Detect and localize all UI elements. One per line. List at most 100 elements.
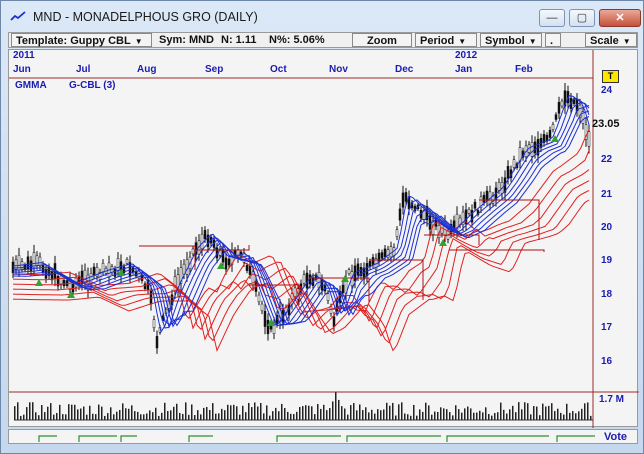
volume-bar: [377, 409, 379, 420]
candle-body: [11, 261, 15, 273]
volume-bar: [92, 413, 94, 420]
month-label: Feb: [515, 64, 533, 75]
candle-body: [473, 201, 477, 209]
volume-bar: [35, 412, 37, 420]
candle-body: [395, 229, 399, 237]
volume-bar: [281, 403, 283, 420]
volume-bar: [98, 404, 100, 420]
volume-bar: [575, 413, 577, 420]
volume-bar: [416, 415, 418, 420]
volume-bar: [191, 404, 193, 420]
volume-bar: [206, 407, 208, 420]
scale-dropdown[interactable]: Scale ▼: [585, 33, 637, 47]
template-dropdown[interactable]: Template: Guppy CBL ▼: [11, 33, 152, 47]
volume-bar: [338, 399, 340, 420]
vote-signal-marker: [276, 435, 341, 442]
candle-body: [263, 310, 267, 327]
vote-signal-marker: [188, 435, 213, 442]
month-label: Oct: [270, 64, 287, 75]
candle-body: [260, 303, 264, 312]
candle-body: [380, 252, 384, 259]
volume-bar: [398, 404, 400, 420]
candle-body: [371, 257, 375, 265]
gcbl-indicator-label[interactable]: G-CBL (3): [69, 80, 115, 91]
volume-bar: [458, 409, 460, 420]
price-chart[interactable]: 2011 2012 Jun Jul Aug Sep Oct Nov Dec Ja…: [8, 49, 639, 428]
volume-bar: [56, 413, 58, 420]
volume-bar: [29, 402, 31, 420]
more-button[interactable]: .: [545, 33, 561, 47]
candle-body: [224, 257, 228, 270]
price-tick: 21: [601, 189, 613, 200]
month-label: Nov: [329, 64, 348, 75]
chevron-down-icon: ▼: [622, 37, 631, 46]
close-button[interactable]: ✕: [599, 9, 641, 27]
volume-bar: [65, 414, 67, 420]
volume-bar: [488, 414, 490, 420]
n-percent-readout: N%: 5.06%: [269, 34, 325, 46]
candle-body: [203, 230, 207, 239]
chart-toolbar: Template: Guppy CBL ▼ Sym: MND N: 1.11 N%…: [8, 32, 638, 48]
candle-body: [317, 272, 321, 289]
candle-body: [125, 259, 129, 264]
vote-label[interactable]: Vote: [604, 431, 627, 443]
candle-body: [512, 159, 516, 168]
candle-body: [356, 263, 360, 276]
volume-bar: [245, 412, 247, 420]
title-bar[interactable]: MND - MONADELPHOUS GRO (DAILY) — ▢ ✕: [1, 1, 643, 31]
tracker-badge[interactable]: T: [602, 70, 619, 83]
period-dropdown[interactable]: Period ▼: [415, 33, 477, 47]
volume-bar: [218, 413, 220, 420]
volume-bar: [104, 415, 106, 420]
maximize-button[interactable]: ▢: [569, 9, 595, 27]
volume-bar: [68, 404, 70, 420]
vote-signal-marker: [346, 435, 441, 442]
price-chart-canvas[interactable]: [9, 50, 639, 428]
volume-bar: [110, 407, 112, 420]
volume-scale-label: 1.7 M: [599, 394, 625, 405]
price-tick: 22: [601, 154, 613, 165]
volume-bar: [167, 411, 169, 420]
vote-bar[interactable]: Vote: [8, 429, 638, 444]
volume-bar: [533, 406, 535, 420]
volume-bar: [503, 409, 505, 420]
volume-bar: [563, 414, 565, 420]
volume-bar: [572, 411, 574, 420]
volume-bar: [47, 406, 49, 420]
volume-bar: [194, 415, 196, 420]
candle-body: [365, 263, 369, 277]
chevron-down-icon: ▼: [528, 37, 537, 46]
volume-bar: [401, 402, 403, 420]
volume-bar: [32, 402, 34, 420]
volume-bar: [539, 415, 541, 420]
candle-body: [116, 258, 120, 272]
volume-bar: [383, 409, 385, 420]
volume-bar: [140, 414, 142, 420]
volume-bar: [350, 405, 352, 420]
volume-bar: [413, 404, 415, 420]
zoom-button[interactable]: Zoom: [352, 33, 412, 47]
month-label: Dec: [395, 64, 414, 75]
candle-body: [302, 274, 306, 284]
volume-bar: [269, 415, 271, 420]
volume-bar: [80, 408, 82, 420]
candle-body: [200, 233, 204, 249]
volume-bar: [482, 412, 484, 420]
volume-bar: [419, 409, 421, 420]
month-label: Jan: [455, 64, 473, 75]
candle-body: [245, 265, 249, 271]
volume-bar: [407, 414, 409, 420]
symbol-dropdown[interactable]: Symbol ▼: [480, 33, 542, 47]
volume-bar: [365, 407, 367, 420]
volume-bar: [308, 405, 310, 420]
template-label: Template: Guppy CBL: [16, 35, 131, 47]
volume-bar: [323, 404, 325, 420]
gmma-indicator-label[interactable]: GMMA: [15, 80, 47, 91]
volume-bar: [461, 412, 463, 420]
minimize-button[interactable]: —: [539, 9, 565, 27]
volume-bar: [515, 412, 517, 420]
volume-bar: [422, 411, 424, 420]
vote-signal-marker: [38, 435, 57, 442]
volume-bar: [389, 405, 391, 420]
candle-body: [62, 279, 66, 287]
